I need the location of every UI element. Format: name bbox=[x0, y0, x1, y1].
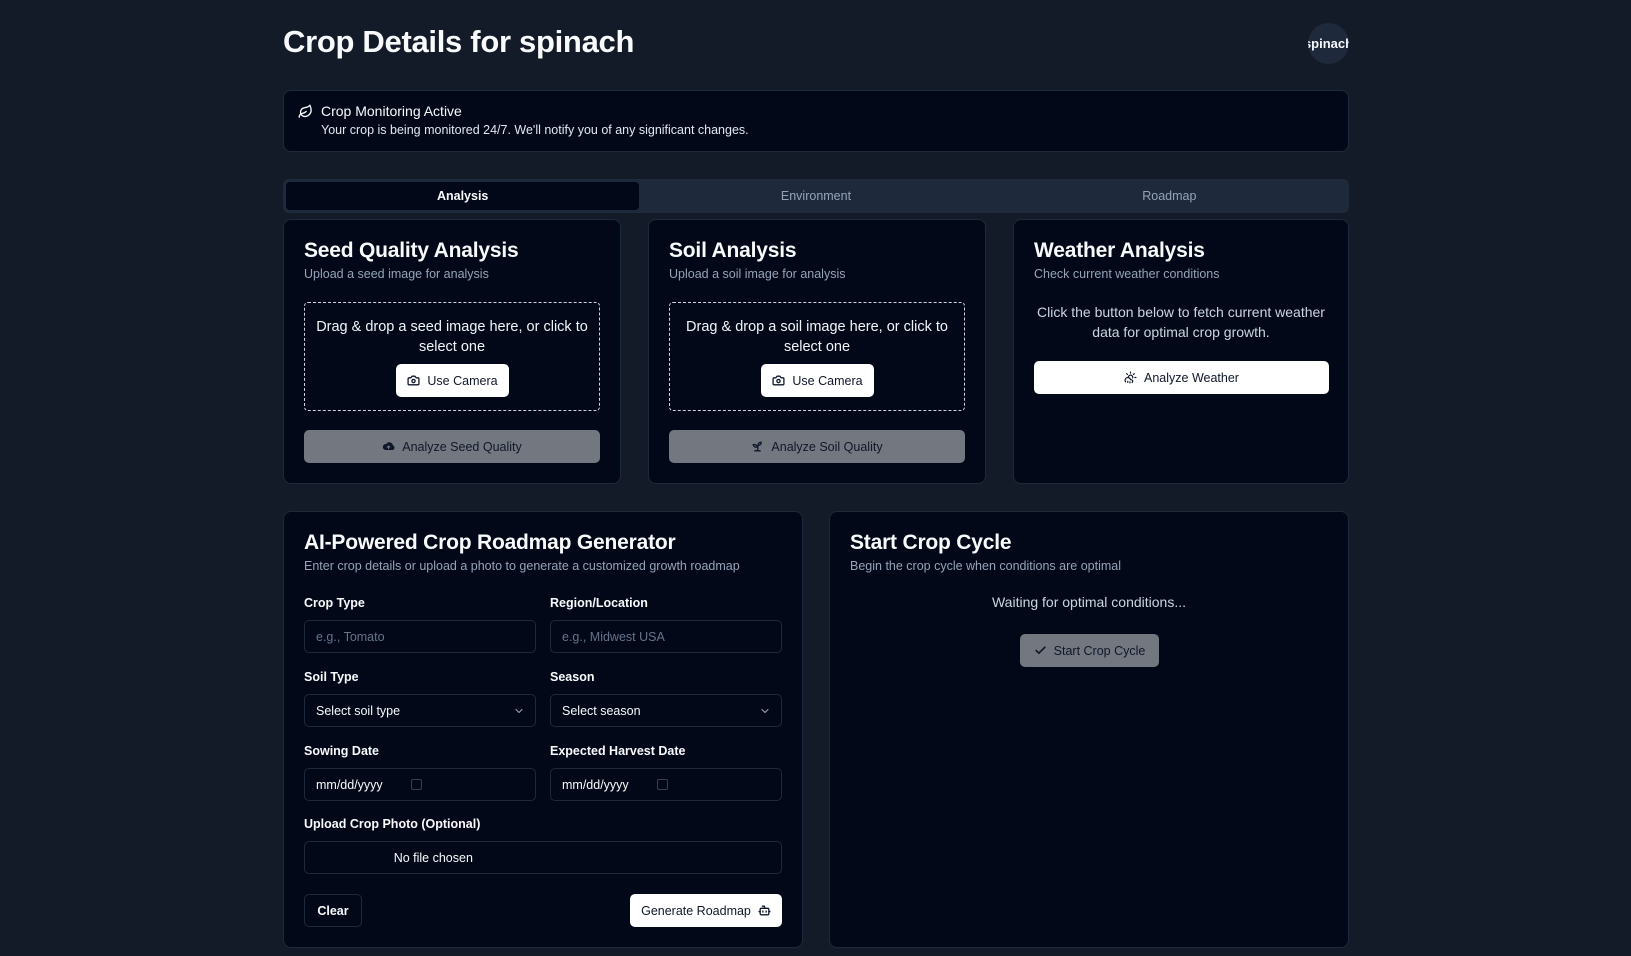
no-file-chosen-text: No file chosen bbox=[393, 850, 473, 865]
generate-roadmap-label: Generate Roadmap bbox=[641, 903, 751, 918]
analyze-soil-quality-button[interactable]: Analyze Soil Quality bbox=[669, 430, 965, 463]
calendar-icon[interactable] bbox=[411, 779, 422, 790]
upload-photo-input[interactable]: Choose File No file chosen bbox=[304, 841, 782, 874]
start-crop-cycle-card: Start Crop Cycle Begin the crop cycle wh… bbox=[829, 511, 1349, 948]
roadmap-card-title: AI-Powered Crop Roadmap Generator bbox=[304, 531, 676, 554]
region-label: Region/Location bbox=[550, 596, 648, 610]
seed-card-title: Seed Quality Analysis bbox=[304, 239, 519, 262]
soil-analysis-card: Soil Analysis Upload a soil image for an… bbox=[648, 219, 986, 484]
sowing-date-value: mm/dd/yyyy bbox=[316, 777, 383, 792]
start-crop-cycle-button[interactable]: Start Crop Cycle bbox=[1020, 634, 1159, 667]
soil-type-label: Soil Type bbox=[304, 670, 359, 684]
upload-photo-label: Upload Crop Photo (Optional) bbox=[304, 817, 481, 831]
cycle-card-title: Start Crop Cycle bbox=[850, 531, 1012, 554]
tab-analysis[interactable]: Analysis bbox=[286, 182, 640, 210]
cloud-sun-rain-icon bbox=[1124, 371, 1137, 384]
tab-roadmap[interactable]: Roadmap bbox=[993, 182, 1346, 210]
seed-dropzone-text: Drag & drop a seed image here, or click … bbox=[316, 319, 588, 355]
season-label: Season bbox=[550, 670, 595, 684]
crop-type-field[interactable] bbox=[304, 620, 536, 653]
soil-dropzone[interactable]: Drag & drop a soil image here, or click … bbox=[669, 302, 965, 411]
soil-type-select[interactable]: Select soil type bbox=[304, 694, 536, 727]
harvest-date-value: mm/dd/yyyy bbox=[562, 777, 629, 792]
page-title: Crop Details for spinach bbox=[283, 24, 635, 59]
harvest-date-label: Expected Harvest Date bbox=[550, 744, 686, 758]
seed-quality-card: Seed Quality Analysis Upload a seed imag… bbox=[283, 219, 621, 484]
bot-icon bbox=[758, 905, 771, 916]
analyze-weather-label: Analyze Weather bbox=[1144, 370, 1239, 385]
weather-message: Click the button below to fetch current … bbox=[1037, 304, 1325, 340]
season-select[interactable]: Select season bbox=[550, 694, 782, 727]
soil-type-value: Select soil type bbox=[316, 703, 401, 718]
sprout-icon bbox=[752, 441, 763, 452]
harvest-date-input[interactable]: mm/dd/yyyy bbox=[550, 768, 782, 801]
soil-use-camera-button[interactable]: Use Camera bbox=[761, 364, 874, 397]
start-crop-cycle-label: Start Crop Cycle bbox=[1053, 643, 1146, 658]
weather-card-subtitle: Check current weather conditions bbox=[1034, 267, 1220, 281]
sowing-date-label: Sowing Date bbox=[304, 744, 380, 758]
alert-message: Your crop is being monitored 24/7. We'll… bbox=[321, 123, 749, 137]
season-value: Select season bbox=[562, 703, 641, 718]
leaf-icon bbox=[298, 104, 312, 118]
seed-card-subtitle: Upload a seed image for analysis bbox=[304, 267, 489, 281]
check-icon bbox=[1034, 646, 1046, 655]
analyze-soil-quality-label: Analyze Soil Quality bbox=[771, 439, 883, 454]
chevron-down-icon bbox=[515, 708, 523, 713]
analyze-weather-button[interactable]: Analyze Weather bbox=[1034, 361, 1329, 394]
camera-icon bbox=[407, 375, 420, 386]
crop-type-input[interactable] bbox=[316, 629, 535, 644]
crop-type-label: Crop Type bbox=[304, 596, 365, 610]
calendar-icon[interactable] bbox=[657, 779, 668, 790]
soil-dropzone-text: Drag & drop a soil image here, or click … bbox=[686, 319, 948, 355]
seed-use-camera-button[interactable]: Use Camera bbox=[396, 364, 509, 397]
tab-environment[interactable]: Environment bbox=[639, 182, 992, 210]
roadmap-generator-card: AI-Powered Crop Roadmap Generator Enter … bbox=[283, 511, 803, 948]
generate-roadmap-button[interactable]: Generate Roadmap bbox=[630, 894, 782, 927]
weather-card-title: Weather Analysis bbox=[1034, 239, 1205, 262]
cycle-status-text: Waiting for optimal conditions... bbox=[991, 594, 1186, 610]
choose-file-button[interactable]: Choose File bbox=[316, 851, 383, 865]
analyze-seed-quality-label: Analyze Seed Quality bbox=[402, 439, 522, 454]
soil-card-subtitle: Upload a soil image for analysis bbox=[669, 267, 846, 281]
soil-card-title: Soil Analysis bbox=[669, 239, 797, 262]
tab-list: Analysis Environment Roadmap bbox=[283, 179, 1349, 213]
alert-title: Crop Monitoring Active bbox=[321, 103, 462, 119]
avatar[interactable]: spinach bbox=[1308, 23, 1349, 64]
camera-icon bbox=[772, 375, 785, 386]
cloud-upload-icon bbox=[383, 442, 395, 451]
seed-use-camera-label: Use Camera bbox=[427, 373, 498, 388]
analyze-seed-quality-button[interactable]: Analyze Seed Quality bbox=[304, 430, 600, 463]
sowing-date-input[interactable]: mm/dd/yyyy bbox=[304, 768, 536, 801]
chevron-down-icon bbox=[761, 708, 769, 713]
weather-analysis-card: Weather Analysis Check current weather c… bbox=[1013, 219, 1349, 484]
roadmap-card-subtitle: Enter crop details or upload a photo to … bbox=[304, 559, 740, 573]
soil-use-camera-label: Use Camera bbox=[792, 373, 863, 388]
cycle-card-subtitle: Begin the crop cycle when conditions are… bbox=[850, 559, 1121, 573]
monitoring-alert: Crop Monitoring Active Your crop is bein… bbox=[283, 90, 1349, 152]
clear-button[interactable]: Clear bbox=[304, 894, 362, 927]
region-input[interactable] bbox=[562, 629, 781, 644]
seed-dropzone[interactable]: Drag & drop a seed image here, or click … bbox=[304, 302, 600, 411]
region-field[interactable] bbox=[550, 620, 782, 653]
